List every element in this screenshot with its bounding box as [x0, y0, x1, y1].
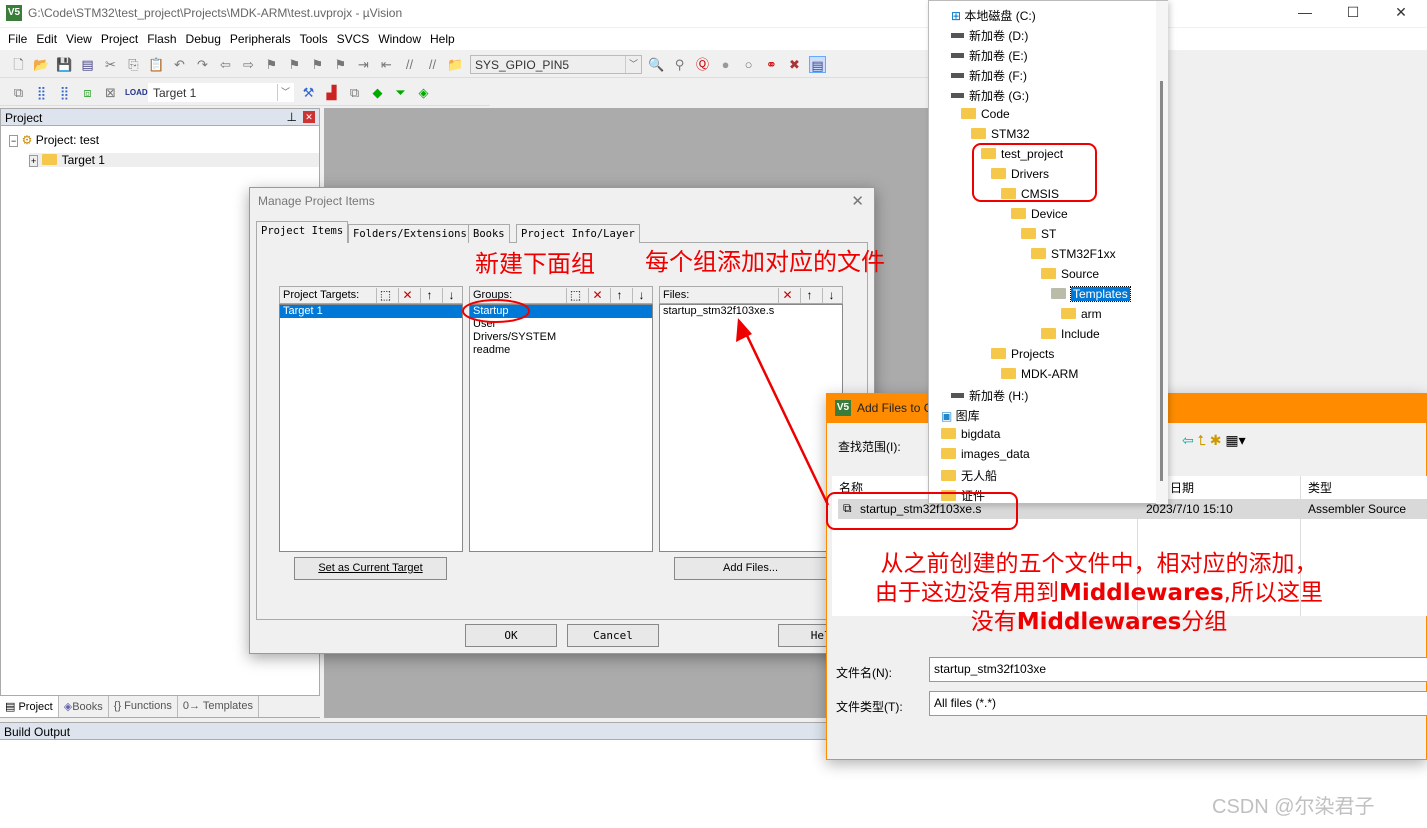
- annotation-bold: Middlewares: [1059, 580, 1224, 606]
- tree-highlight: [972, 143, 1097, 202]
- tab-project-items[interactable]: Project Items: [256, 221, 349, 243]
- annotation-overlay: [462, 143, 1097, 530]
- annotation-add-files: 每个组添加对应的文件: [645, 248, 885, 276]
- annotation-new-groups: 新建下面组: [475, 250, 595, 278]
- annotation-line: 由于这边没有用到: [875, 580, 1060, 606]
- annotation-explanation: 从之前创建的五个文件中，相对应的添加， 由于这边没有用到Middlewares,所…: [834, 550, 1364, 637]
- file-highlight: [826, 492, 1018, 530]
- annotation-line: ,所以这里: [1223, 580, 1323, 606]
- annotation-line: 分组: [1181, 609, 1228, 635]
- watermark: CSDN @尔染君子: [1212, 796, 1375, 818]
- annotation-line: 没有: [970, 609, 1017, 635]
- annotation-line: 从之前创建的五个文件中，相对应的添加，: [880, 551, 1318, 577]
- startup-highlight: [462, 299, 530, 323]
- arrow-line: [740, 324, 830, 506]
- annotation-bold: Middlewares: [1016, 609, 1182, 635]
